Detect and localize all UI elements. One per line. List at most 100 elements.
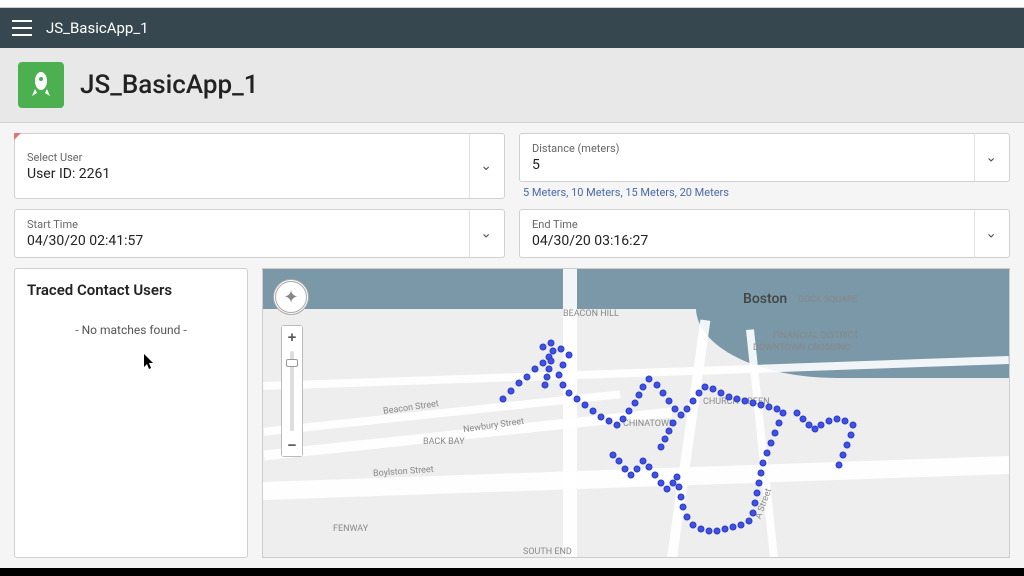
menu-icon[interactable] — [12, 20, 32, 36]
chevron-down-icon: ⌄ — [974, 210, 997, 257]
trace-point — [628, 472, 635, 479]
map-area-label: FENWAY — [333, 524, 368, 534]
trace-point — [750, 510, 757, 517]
zoom-in-button[interactable]: + — [282, 326, 302, 348]
trace-point — [540, 344, 547, 351]
trace-point — [772, 430, 779, 437]
trace-point — [684, 514, 691, 521]
trace-point — [758, 470, 765, 477]
app-bar: JS_BasicApp_1 — [0, 8, 1024, 48]
trace-point — [524, 374, 531, 381]
trace-point — [684, 406, 691, 413]
trace-point — [746, 518, 753, 525]
distance-value: 5 — [532, 157, 973, 173]
start-time-dropdown[interactable]: Start Time 04/30/20 02:41:57 ⌄ — [14, 209, 505, 258]
trace-point — [738, 522, 745, 529]
trace-point — [626, 408, 633, 415]
filter-row-1: Select User User ID: 2261 ⌄ Distance (me… — [14, 133, 1010, 199]
trace-point — [734, 396, 741, 403]
trace-point — [834, 416, 841, 423]
select-user-label: Select User — [27, 151, 468, 164]
trace-point — [632, 400, 639, 407]
trace-point — [658, 480, 665, 487]
compass-icon[interactable]: ✦ — [273, 279, 309, 315]
trace-point — [702, 384, 709, 391]
trace-point — [690, 522, 697, 529]
trace-point — [780, 410, 787, 417]
trace-point — [680, 504, 687, 511]
browser-chrome-strip — [0, 0, 1024, 8]
trace-point — [566, 390, 573, 397]
distance-helper-text: 5 Meters, 10 Meters, 15 Meters, 20 Meter… — [523, 186, 1010, 199]
trace-point — [670, 480, 677, 487]
map-view[interactable]: Boston BEACON HILL DOCK SQUARE FINANCIAL… — [262, 268, 1010, 558]
distance-dropdown[interactable]: Distance (meters) 5 ⌄ — [519, 133, 1010, 182]
trace-point — [826, 418, 833, 425]
trace-point — [556, 372, 563, 379]
trace-point — [646, 376, 653, 383]
map-area-label: FINANCIAL DISTRICT — [773, 331, 859, 341]
trace-point — [640, 458, 647, 465]
trace-point — [710, 386, 717, 393]
trace-point — [622, 466, 629, 473]
chevron-down-icon: ⌄ — [469, 210, 492, 257]
trace-point — [776, 420, 783, 427]
trace-point — [758, 402, 765, 409]
zoom-thumb[interactable] — [286, 359, 298, 367]
chevron-down-icon: ⌄ — [469, 134, 492, 198]
trace-point — [764, 450, 771, 457]
app-logo-icon — [18, 62, 64, 108]
select-user-dropdown[interactable]: Select User User ID: 2261 ⌄ — [14, 133, 505, 199]
trace-point — [840, 452, 847, 459]
trace-point — [662, 436, 669, 443]
trace-point — [666, 428, 673, 435]
trace-point — [610, 452, 617, 459]
trace-point — [722, 526, 729, 533]
map-area-label: BEACON HILL — [563, 309, 619, 319]
trace-point — [550, 348, 557, 355]
page-title: JS_BasicApp_1 — [80, 70, 259, 100]
trace-point — [558, 346, 565, 353]
select-user-value: User ID: 2261 — [27, 166, 468, 182]
trace-point — [818, 422, 825, 429]
trace-point — [742, 398, 749, 405]
trace-point — [750, 400, 757, 407]
map-city-label: Boston — [743, 291, 787, 307]
trace-point — [652, 472, 659, 479]
end-time-dropdown[interactable]: End Time 04/30/20 03:16:27 ⌄ — [519, 209, 1010, 258]
trace-point — [516, 380, 523, 387]
trace-point — [754, 490, 761, 497]
trace-point — [842, 418, 849, 425]
trace-point — [574, 396, 581, 403]
traced-contacts-panel: Traced Contact Users - No matches found … — [14, 268, 248, 558]
trace-point — [606, 418, 613, 425]
zoom-slider[interactable] — [290, 351, 294, 431]
trace-point — [544, 374, 551, 381]
panel-title: Traced Contact Users — [27, 281, 235, 299]
required-indicator-icon — [14, 133, 21, 140]
trace-point — [760, 460, 767, 467]
bottom-black-bar — [0, 568, 1024, 576]
trace-point — [508, 388, 515, 395]
trace-point — [794, 410, 801, 417]
zoom-out-button[interactable]: − — [282, 434, 302, 456]
trace-point — [800, 416, 807, 423]
map-area-label: DOCK SQUARE — [798, 295, 858, 305]
trace-point — [582, 402, 589, 409]
trace-point — [696, 390, 703, 397]
trace-point — [714, 528, 721, 535]
trace-point — [836, 462, 843, 469]
trace-point — [664, 486, 671, 493]
end-time-label: End Time — [532, 218, 973, 231]
map-area-label: BACK BAY — [423, 437, 465, 447]
trace-point — [540, 360, 547, 367]
trace-point — [542, 382, 549, 389]
page-header: JS_BasicApp_1 — [0, 48, 1024, 123]
trace-point — [766, 404, 773, 411]
zoom-control: + − — [281, 325, 303, 457]
trace-point — [670, 420, 677, 427]
trace-point — [698, 526, 705, 533]
trace-point — [634, 466, 641, 473]
trace-point — [768, 440, 775, 447]
trace-point — [616, 458, 623, 465]
